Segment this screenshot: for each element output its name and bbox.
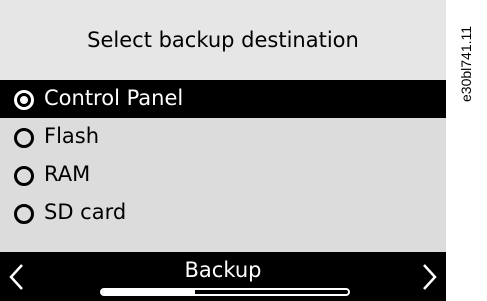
- option-label: Flash: [44, 124, 100, 148]
- option-label: RAM: [44, 162, 91, 186]
- progress-fill: [102, 290, 196, 294]
- device-screen: Select backup destination Control Panel …: [0, 0, 446, 301]
- radio-unselected-icon: [14, 166, 34, 186]
- radio-unselected-icon: [14, 128, 34, 148]
- figure-code: e30bl741.11: [458, 25, 474, 102]
- option-ram[interactable]: RAM: [0, 156, 446, 194]
- header: Select backup destination: [0, 0, 446, 83]
- side-reference: e30bl741.11: [452, 0, 487, 301]
- radio-unselected-icon: [14, 204, 34, 224]
- option-label: SD card: [44, 200, 127, 224]
- progress-bar: [100, 288, 350, 296]
- option-label: Control Panel: [44, 86, 184, 110]
- footer-title: Backup: [184, 258, 262, 282]
- page-title: Select backup destination: [87, 28, 359, 52]
- option-flash[interactable]: Flash: [0, 118, 446, 156]
- option-sd-card[interactable]: SD card: [0, 194, 446, 232]
- chevron-right-icon[interactable]: [418, 262, 440, 292]
- radio-selected-icon: [14, 90, 34, 110]
- option-control-panel[interactable]: Control Panel: [0, 80, 446, 118]
- footer: Backup: [0, 252, 446, 301]
